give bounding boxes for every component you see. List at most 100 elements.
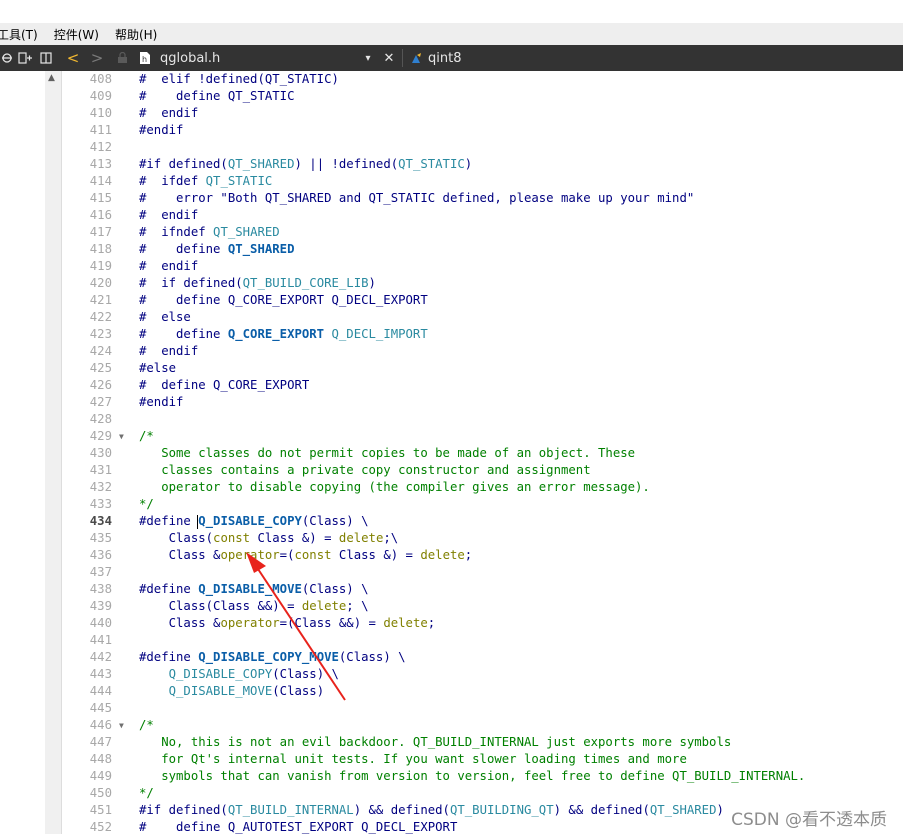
code-line[interactable]: 412: [62, 139, 903, 156]
symbol-selector[interactable]: qint8: [428, 45, 461, 71]
code-text: /*: [139, 717, 154, 734]
code-line[interactable]: 426 # define Q_CORE_EXPORT: [62, 377, 903, 394]
code-line[interactable]: 429 ▼ /*: [62, 428, 903, 445]
split-window-icon[interactable]: [38, 45, 54, 71]
code-line[interactable]: 450 */: [62, 785, 903, 802]
line-number: 436: [89, 548, 112, 562]
code-token: ;: [464, 548, 473, 562]
code-token: Class &) =: [250, 531, 339, 545]
file-name-label[interactable]: qglobal.h: [160, 45, 220, 71]
code-line[interactable]: 423 # define Q_CORE_EXPORT Q_DECL_IMPORT: [62, 326, 903, 343]
code-line[interactable]: 425 #else: [62, 360, 903, 377]
code-line[interactable]: 408 # elif !defined(QT_STATIC): [62, 71, 903, 88]
code-line[interactable]: 437: [62, 564, 903, 581]
code-line[interactable]: 443 Q_DISABLE_COPY(Class) \: [62, 666, 903, 683]
code-line[interactable]: 422 # else: [62, 309, 903, 326]
code-token: =(Class &&) =: [279, 616, 384, 630]
split-add-icon[interactable]: [16, 45, 34, 71]
line-number: 450: [89, 786, 112, 800]
code-line[interactable]: 439 Class(Class &&) = delete; \: [62, 598, 903, 615]
code-line[interactable]: 430 Some classes do not permit copies to…: [62, 445, 903, 462]
sync-icon[interactable]: [0, 45, 14, 71]
code-token: No, this is not an evil backdoor. QT_BUI…: [139, 735, 732, 749]
code-line[interactable]: 449 symbols that can vanish from version…: [62, 768, 903, 785]
code-line[interactable]: 435 Class(const Class &) = delete;\: [62, 530, 903, 547]
close-icon[interactable]: ✕: [380, 45, 398, 71]
forward-icon[interactable]: >: [88, 45, 106, 71]
line-number: 424: [89, 344, 112, 358]
code-line[interactable]: 434 #define Q_DISABLE_COPY(Class) \: [62, 513, 903, 530]
line-number: 448: [89, 752, 112, 766]
code-line[interactable]: 432 operator to disable copying (the com…: [62, 479, 903, 496]
code-line[interactable]: 419 # endif: [62, 258, 903, 275]
code-text: # define Q_CORE_EXPORT Q_DECL_IMPORT: [139, 326, 428, 343]
code-line[interactable]: 413 #if defined(QT_SHARED) || !defined(QT…: [62, 156, 903, 173]
code-text: */: [139, 496, 154, 513]
code-token: # endif: [139, 344, 199, 358]
menu-help[interactable]: 帮助(H): [115, 26, 157, 43]
code-line[interactable]: 431 classes contains a private copy cons…: [62, 462, 903, 479]
line-number: 413: [89, 157, 112, 171]
code-line[interactable]: 415 # error "Both QT_SHARED and QT_STATIC…: [62, 190, 903, 207]
code-token: operator to disable copying (the compile…: [139, 480, 650, 494]
code-line[interactable]: 420 # if defined(QT_BUILD_CORE_LIB): [62, 275, 903, 292]
code-line[interactable]: 448 for Qt's internal unit tests. If you…: [62, 751, 903, 768]
line-number: 444: [89, 684, 112, 698]
line-number: 430: [89, 446, 112, 460]
code-text: #if defined(QT_BUILD_INTERNAL) && define…: [139, 802, 724, 819]
code-text: No, this is not an evil backdoor. QT_BUI…: [139, 734, 731, 751]
code-token: Q_DISABLE_MOVE: [198, 582, 302, 596]
code-line[interactable]: 447 No, this is not an evil backdoor. QT…: [62, 734, 903, 751]
line-number: 422: [89, 310, 112, 324]
code-line[interactable]: 441: [62, 632, 903, 649]
code-line[interactable]: 427 #endif: [62, 394, 903, 411]
code-text: #if defined(QT_SHARED) || !defined(QT_ST…: [139, 156, 472, 173]
code-line[interactable]: 428: [62, 411, 903, 428]
code-text: #define Q_DISABLE_COPY(Class) \: [139, 513, 369, 530]
code-token: QT_BUILDING_QT: [449, 803, 554, 817]
code-text: #else: [139, 360, 176, 377]
menu-widgets[interactable]: 控件(W): [54, 26, 99, 43]
code-editor[interactable]: 408 # elif !defined(QT_STATIC) 409 # define…: [62, 71, 903, 834]
code-token: QT_STATIC: [398, 157, 465, 171]
code-line[interactable]: 442 #define Q_DISABLE_COPY_MOVE(Class) \: [62, 649, 903, 666]
code-line[interactable]: 436 Class &operator=(const Class &) = de…: [62, 547, 903, 564]
vertical-scrollbar[interactable]: ▲: [45, 71, 62, 834]
code-line[interactable]: 411 #endif: [62, 122, 903, 139]
code-line[interactable]: 410 # endif: [62, 105, 903, 122]
code-line[interactable]: 421 # define Q_CORE_EXPORT Q_DECL_EXPORT: [62, 292, 903, 309]
code-text: Class &operator=(Class &&) = delete;: [139, 615, 436, 632]
line-number: 438: [89, 582, 112, 596]
line-number: 428: [89, 412, 112, 426]
code-token: delete: [301, 599, 347, 613]
code-line[interactable]: 414 # ifdef QT_STATIC: [62, 173, 903, 190]
code-text: #endif: [139, 394, 183, 411]
code-line[interactable]: 438 #define Q_DISABLE_MOVE(Class) \: [62, 581, 903, 598]
code-line[interactable]: 444 Q_DISABLE_MOVE(Class): [62, 683, 903, 700]
code-token: (Class): [272, 684, 325, 698]
scroll-up-icon[interactable]: ▲: [48, 73, 55, 83]
line-number: 440: [89, 616, 112, 630]
code-line[interactable]: 446 ▼ /*: [62, 717, 903, 734]
fold-toggle-icon[interactable]: ▼: [119, 428, 124, 445]
code-line[interactable]: 433 */: [62, 496, 903, 513]
code-line[interactable]: 445: [62, 700, 903, 717]
code-token: ): [716, 803, 724, 817]
code-text: # ifndef QT_SHARED: [139, 224, 280, 241]
code-line[interactable]: 418 # define QT_SHARED: [62, 241, 903, 258]
code-line[interactable]: 416 # endif: [62, 207, 903, 224]
code-line[interactable]: 417 # ifndef QT_SHARED: [62, 224, 903, 241]
code-line[interactable]: 440 Class &operator=(Class &&) = delete;: [62, 615, 903, 632]
code-text: #define Q_DISABLE_MOVE(Class) \: [139, 581, 369, 598]
line-number: 441: [89, 633, 112, 647]
back-icon[interactable]: <: [64, 45, 82, 71]
code-line[interactable]: 424 # endif: [62, 343, 903, 360]
code-line[interactable]: 409 # define QT_STATIC: [62, 88, 903, 105]
fold-toggle-icon[interactable]: ▼: [119, 717, 124, 734]
menu-tools[interactable]: 工具(T): [0, 26, 38, 43]
code-token: operator: [220, 548, 280, 562]
chevron-down-icon[interactable]: ▾: [362, 45, 374, 71]
line-number: 415: [89, 191, 112, 205]
